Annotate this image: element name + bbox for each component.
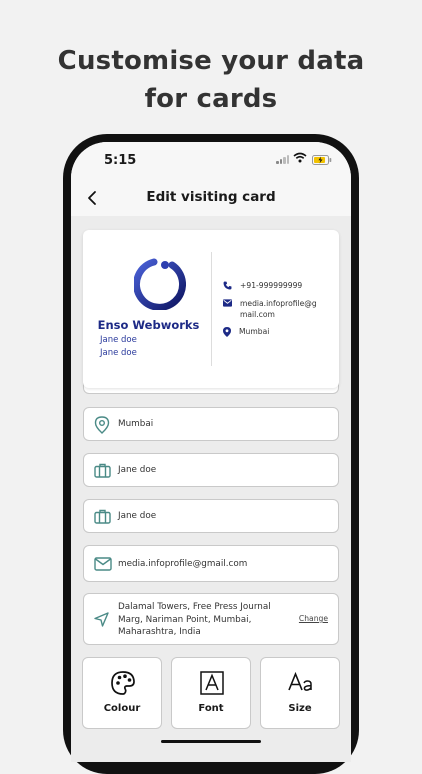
page-title: Edit visiting card bbox=[146, 189, 276, 205]
headline-line-2: for cards bbox=[144, 84, 278, 114]
wifi-icon bbox=[293, 152, 307, 163]
phone-icon bbox=[223, 281, 232, 290]
size-option-button[interactable]: Size bbox=[260, 657, 340, 729]
company-logo bbox=[134, 258, 186, 310]
card-person-line-1: Jane doe bbox=[100, 335, 137, 345]
name-value: Jane doe bbox=[118, 465, 157, 475]
card-location: Mumbai bbox=[239, 327, 270, 336]
address-field[interactable]: Dalamal Towers, Free Press Journal Marg,… bbox=[83, 593, 339, 645]
colour-option-button[interactable]: Colour bbox=[82, 657, 162, 729]
text-size-icon bbox=[288, 671, 312, 691]
card-company-name: Enso Webworks bbox=[97, 318, 200, 332]
status-time: 5:15 bbox=[104, 153, 137, 168]
card-person-line-2: Jane doe bbox=[100, 348, 137, 358]
card-email: media.infoprofile@gmail.com bbox=[240, 299, 317, 319]
briefcase-icon bbox=[94, 509, 111, 524]
card-phone: +91-999999999 bbox=[240, 281, 303, 290]
address-value: Dalamal Towers, Free Press Journal Marg,… bbox=[118, 602, 271, 637]
status-bar: 5:15 bbox=[71, 142, 351, 180]
mail-icon bbox=[223, 299, 232, 307]
palette-icon bbox=[111, 671, 135, 695]
headline-line-1: Customise your data bbox=[57, 46, 365, 76]
font-option-label: Font bbox=[198, 703, 224, 714]
card-email-row: media.infoprofile@gmail.com bbox=[223, 298, 320, 320]
font-option-button[interactable]: Font bbox=[171, 657, 251, 729]
home-indicator bbox=[161, 740, 261, 743]
battery-icon bbox=[312, 155, 332, 165]
card-phone-row: +91-999999999 bbox=[223, 280, 320, 291]
colour-option-label: Colour bbox=[103, 703, 141, 714]
promo-headline: Customise your data for cards bbox=[0, 42, 422, 118]
navigation-arrow-icon bbox=[94, 612, 109, 627]
card-divider bbox=[211, 252, 212, 366]
city-field[interactable]: Mumbai bbox=[83, 407, 339, 441]
designation-value: Jane doe bbox=[118, 511, 157, 521]
location-pin-icon bbox=[223, 327, 231, 337]
change-address-link[interactable]: Change bbox=[299, 614, 328, 623]
city-value: Mumbai bbox=[118, 419, 154, 429]
font-icon bbox=[200, 671, 224, 695]
phone-screen: 5:15 Edit visiting card Enso Webworks Ja… bbox=[71, 142, 351, 762]
location-pin-icon bbox=[94, 416, 110, 434]
app-bar: Edit visiting card bbox=[71, 180, 351, 216]
signal-icon bbox=[276, 155, 289, 164]
name-field[interactable]: Jane doe bbox=[83, 453, 339, 487]
designation-field[interactable]: Jane doe bbox=[83, 499, 339, 533]
size-option-label: Size bbox=[288, 703, 312, 714]
email-field[interactable]: media.infoprofile@gmail.com bbox=[83, 545, 339, 582]
visiting-card-preview: Enso Webworks Jane doe Jane doe +91-9999… bbox=[83, 230, 339, 388]
mail-icon bbox=[94, 557, 112, 571]
email-value: media.infoprofile@gmail.com bbox=[118, 559, 248, 569]
card-location-row: Mumbai bbox=[223, 326, 319, 337]
briefcase-icon bbox=[94, 463, 111, 478]
